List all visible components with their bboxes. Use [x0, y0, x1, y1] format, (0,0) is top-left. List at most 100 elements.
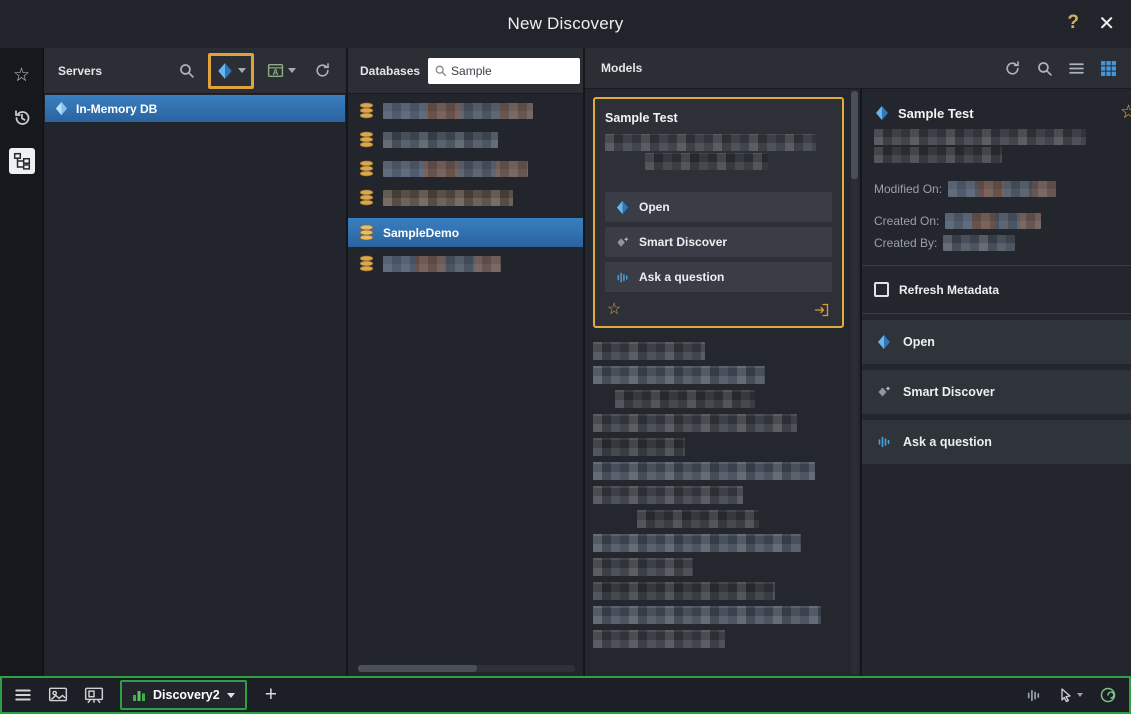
tab-label: Discovery2	[153, 688, 220, 702]
smart-discover-button[interactable]: Smart Discover	[605, 227, 832, 257]
redacted-description	[645, 153, 768, 170]
close-icon[interactable]: ✕	[1098, 11, 1115, 36]
redacted-modified-date	[948, 181, 1056, 197]
database-cylinder-icon	[358, 160, 375, 177]
chevron-down-icon	[238, 68, 246, 73]
scrollbar-thumb[interactable]	[358, 665, 477, 672]
details-meta: Modified On: Created On: Created By:	[862, 129, 1131, 251]
redacted-description	[874, 129, 1086, 145]
redacted-database-name	[383, 103, 533, 119]
chevron-down-icon	[288, 68, 296, 73]
server-type-filter-button[interactable]	[208, 53, 254, 89]
refresh-metadata-checkbox[interactable]	[874, 282, 889, 297]
databases-search-box	[428, 58, 580, 84]
database-cylinder-icon	[358, 255, 375, 272]
display-names-button[interactable]: A	[262, 58, 301, 83]
databases-panel: Databases	[348, 48, 585, 676]
ask-question-wave-icon	[876, 434, 892, 450]
database-cylinder-icon	[358, 189, 375, 206]
servers-title: Servers	[58, 64, 102, 78]
search-icon	[434, 64, 447, 77]
modified-on-label: Modified On:	[874, 182, 942, 196]
servers-refresh-icon[interactable]	[309, 58, 336, 83]
database-row-redacted[interactable]	[348, 183, 583, 212]
databases-search-input[interactable]	[451, 64, 574, 78]
server-diamond-icon	[54, 101, 69, 116]
servers-search-icon[interactable]	[173, 58, 200, 83]
scrollbar-thumb[interactable]	[851, 91, 858, 179]
models-search-icon[interactable]	[1036, 60, 1053, 77]
redacted-description	[874, 147, 1002, 163]
alias-table-icon: A	[267, 62, 284, 79]
main-area: ☆ Servers	[0, 48, 1131, 676]
server-row-in-memory-db[interactable]: In-Memory DB	[45, 95, 345, 122]
recent-history-icon[interactable]	[9, 105, 35, 131]
database-row-redacted[interactable]	[348, 249, 583, 278]
list-view-icon[interactable]	[1068, 60, 1085, 77]
model-card-title: Sample Test	[605, 111, 832, 125]
snapshot-icon[interactable]	[48, 686, 68, 704]
ask-a-question-action-row[interactable]: Ask a question	[862, 420, 1131, 464]
tab-discovery2[interactable]: Discovery2	[120, 680, 247, 710]
model-card-sample-test[interactable]: Sample Test Open	[593, 97, 844, 328]
favorite-star-icon[interactable]: ☆	[1120, 101, 1131, 124]
refresh-metadata-toggle[interactable]: Refresh Metadata	[862, 266, 1131, 313]
bottom-right-tools	[1025, 686, 1117, 704]
open-button[interactable]: Open	[605, 192, 832, 222]
model-details-pane: Sample Test ☆ Modified On: Created On:	[862, 89, 1131, 676]
redacted-database-name	[383, 256, 501, 272]
models-grid: Sample Test Open	[585, 89, 862, 676]
chevron-down-icon	[227, 693, 235, 698]
database-row-sampledemo[interactable]: SampleDemo	[348, 218, 583, 247]
divider	[862, 313, 1131, 314]
redacted-description	[605, 134, 816, 151]
models-title: Models	[601, 61, 642, 75]
ask-question-wave-icon	[615, 270, 630, 285]
databases-horizontal-scrollbar	[358, 665, 575, 672]
redacted-database-name	[383, 190, 513, 206]
open-action-row[interactable]: Open	[862, 320, 1131, 364]
ask-a-question-action-label: Ask a question	[903, 435, 992, 449]
models-toolbar	[1004, 60, 1117, 77]
bottom-tab-bar: Discovery2 +	[0, 676, 1131, 714]
database-row-redacted[interactable]	[348, 125, 583, 154]
ask-a-question-button[interactable]: Ask a question	[605, 262, 832, 292]
new-discovery-window: New Discovery ? ✕ ☆	[0, 0, 1131, 714]
database-row-redacted[interactable]	[348, 154, 583, 183]
database-cylinder-icon	[358, 131, 375, 148]
add-tab-button[interactable]: +	[265, 685, 277, 705]
pointer-icon[interactable]	[1058, 687, 1083, 703]
database-cylinder-icon	[358, 102, 375, 119]
smart-discover-action-row[interactable]: Smart Discover	[862, 370, 1131, 414]
waveform-icon[interactable]	[1025, 687, 1042, 704]
details-model-title: Sample Test	[898, 106, 974, 121]
menu-icon[interactable]	[14, 686, 32, 704]
open-button-label: Open	[639, 200, 670, 214]
redacted-created-by	[943, 235, 1015, 251]
grid-view-icon[interactable]	[1100, 60, 1117, 77]
model-diamond-icon	[876, 334, 892, 350]
models-header: Models	[585, 48, 1131, 89]
favorite-star-icon[interactable]: ☆	[607, 302, 621, 318]
model-diamond-icon	[874, 105, 890, 121]
favorites-icon[interactable]: ☆	[9, 62, 35, 88]
help-icon[interactable]: ?	[1067, 12, 1079, 34]
present-icon[interactable]	[84, 686, 104, 704]
smart-discover-button-label: Smart Discover	[639, 235, 727, 249]
redacted-database-name	[383, 161, 528, 177]
created-by-label: Created By:	[874, 236, 937, 250]
smart-discover-action-label: Smart Discover	[903, 385, 995, 399]
database-row-redacted[interactable]	[348, 96, 583, 125]
open-in-new-icon[interactable]	[814, 302, 830, 318]
model-diamond-icon	[615, 200, 630, 215]
servers-header: Servers	[44, 48, 346, 94]
databases-title: Databases	[360, 64, 420, 78]
models-body: Sample Test Open	[585, 89, 1131, 676]
database-cylinder-icon	[358, 224, 375, 241]
spiral-target-icon[interactable]	[1099, 686, 1117, 704]
titlebar: New Discovery ? ✕	[0, 0, 1131, 48]
content-tree-icon[interactable]	[9, 148, 35, 174]
models-refresh-icon[interactable]	[1004, 60, 1021, 77]
models-panel: Models	[585, 48, 1131, 676]
servers-panel: Servers	[44, 48, 348, 676]
